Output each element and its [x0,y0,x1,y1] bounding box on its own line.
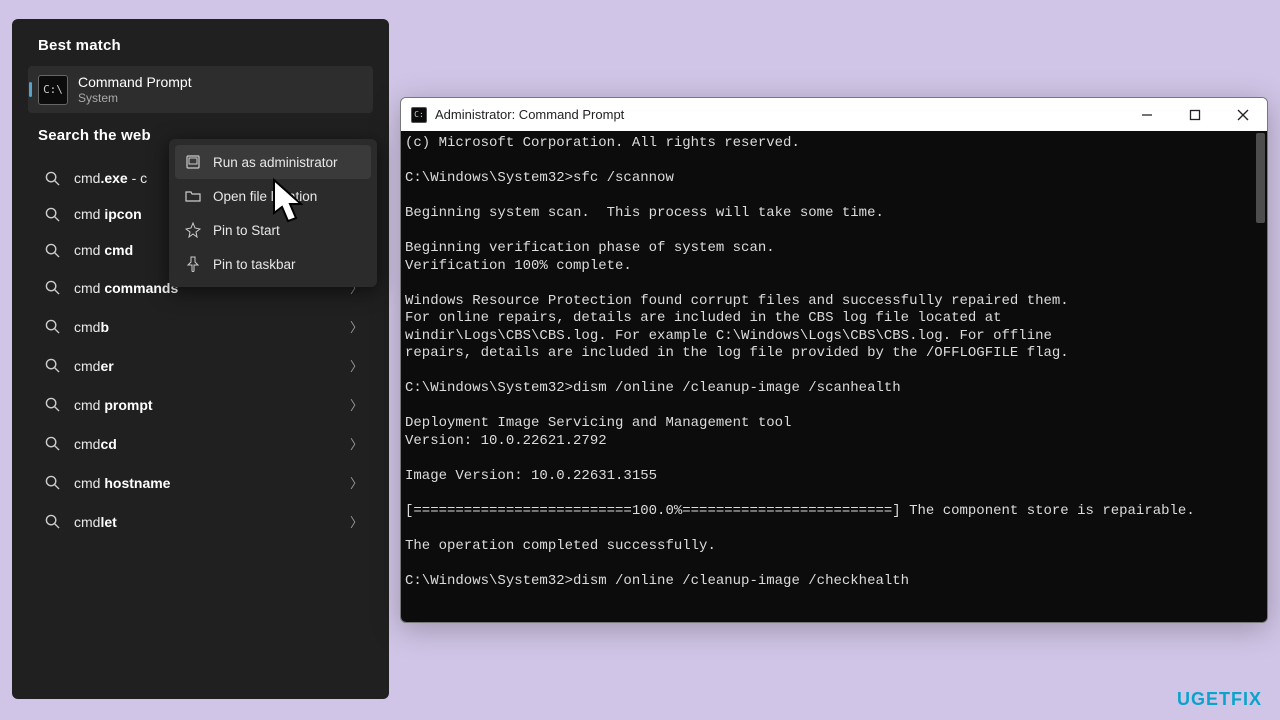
search-icon [44,319,60,335]
search-icon [44,170,60,186]
best-match-subtitle: System [78,91,192,105]
context-item-label: Pin to Start [213,223,280,238]
context-run-as-admin[interactable]: Run as administrator [175,145,371,179]
search-icon [44,397,60,413]
chevron-right-icon: 〉 [350,317,363,336]
start-search-panel: Best match C:\ Command Prompt System Sea… [12,19,389,699]
web-result[interactable]: cmdcd 〉 [24,424,377,463]
chevron-right-icon: 〉 [350,473,363,492]
web-result-text: cmd cmd [74,242,133,258]
command-prompt-icon: C:\ [38,75,68,105]
best-match-result[interactable]: C:\ Command Prompt System [28,66,373,113]
web-result-text: cmdlet [74,514,117,530]
chevron-right-icon: 〉 [350,512,363,531]
web-result-text: cmd hostname [74,475,170,491]
folder-icon [185,188,201,204]
web-result-text: cmd prompt [74,397,153,413]
context-menu: Run as administrator Open file location … [169,139,377,287]
web-result[interactable]: cmd hostname 〉 [24,463,377,502]
context-item-label: Pin to taskbar [213,257,296,272]
chevron-right-icon: 〉 [350,356,363,375]
window-title: Administrator: Command Prompt [435,107,624,122]
chevron-right-icon: 〉 [350,434,363,453]
shield-icon [185,154,201,170]
context-open-file-location[interactable]: Open file location [175,179,371,213]
search-icon [44,514,60,530]
web-result-text: cmdb [74,319,109,335]
web-result-text: cmd ipcon [74,206,142,222]
search-icon [44,280,60,296]
terminal-output[interactable]: (c) Microsoft Corporation. All rights re… [401,131,1267,622]
web-result[interactable]: cmd prompt 〉 [24,385,377,424]
maximize-button[interactable] [1171,98,1219,131]
best-match-heading: Best match [24,31,377,66]
web-result[interactable]: cmder 〉 [24,346,377,385]
web-result-text: cmd.exe - c [74,170,147,186]
scrollbar-thumb[interactable] [1256,133,1265,223]
terminal-scrollbar[interactable] [1253,131,1267,622]
command-prompt-window: C: Administrator: Command Prompt (c) Mic… [400,97,1268,623]
search-icon [44,358,60,374]
web-result[interactable]: cmdlet 〉 [24,502,377,541]
window-app-icon: C: [411,107,427,123]
search-icon [44,436,60,452]
pin-icon [185,256,201,272]
pin-icon [185,222,201,238]
web-result-text: cmdcd [74,436,117,452]
titlebar[interactable]: C: Administrator: Command Prompt [401,98,1267,131]
search-icon [44,475,60,491]
search-icon [44,242,60,258]
web-result-text: cmd commands [74,280,178,296]
context-pin-to-start[interactable]: Pin to Start [175,213,371,247]
minimize-button[interactable] [1123,98,1171,131]
best-match-title: Command Prompt [78,74,192,90]
search-icon [44,206,60,222]
context-item-label: Open file location [213,189,317,204]
context-item-label: Run as administrator [213,155,338,170]
close-button[interactable] [1219,98,1267,131]
watermark-logo: UGETFIX [1177,689,1262,710]
chevron-right-icon: 〉 [350,395,363,414]
web-result[interactable]: cmdb 〉 [24,307,377,346]
web-result-text: cmder [74,358,114,374]
context-pin-to-taskbar[interactable]: Pin to taskbar [175,247,371,281]
